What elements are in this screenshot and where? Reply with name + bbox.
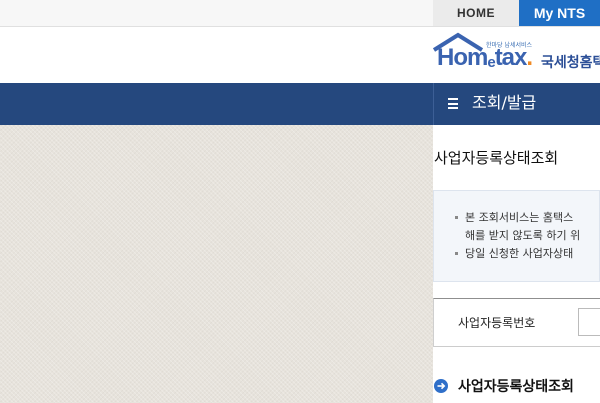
bullet-icon [455, 215, 458, 219]
logo-tax-text: tax [494, 44, 528, 71]
arrow-right-circle-icon [434, 379, 448, 393]
section-title: 사업자등록상태조회 [458, 379, 574, 395]
logo-wordmark: Hometax. [437, 44, 533, 75]
notice-item-continued: 해를 받지 않도록 하기 위 [465, 229, 581, 242]
logo-dot: . [526, 44, 533, 71]
my-nts-tab[interactable]: My NTS [519, 0, 600, 26]
business-number-input[interactable] [578, 308, 600, 336]
bullet-icon [455, 251, 458, 255]
background-pattern [0, 125, 433, 403]
logo-korean-text: 국세청홈택 [541, 55, 600, 71]
nav-menu-label[interactable]: 조회/발급 [472, 92, 536, 114]
business-number-label: 사업자등록번호 [458, 316, 536, 330]
notice-item: 본 조회서비스는 홈택스 [455, 209, 573, 225]
home-tab[interactable]: HOME [433, 0, 519, 26]
notice-text: 본 조회서비스는 홈택스 [465, 211, 574, 224]
hamburger-menu-icon[interactable] [448, 98, 458, 109]
nav-divider [433, 83, 434, 125]
logo-e-text: e [487, 54, 495, 71]
notice-text: 당일 신청한 사업자상태 [465, 247, 574, 260]
logo-home-text: Hom [437, 44, 488, 71]
notice-item: 당일 신청한 사업자상태 [455, 245, 573, 261]
page-title: 사업자등록상태조회 [434, 149, 559, 167]
